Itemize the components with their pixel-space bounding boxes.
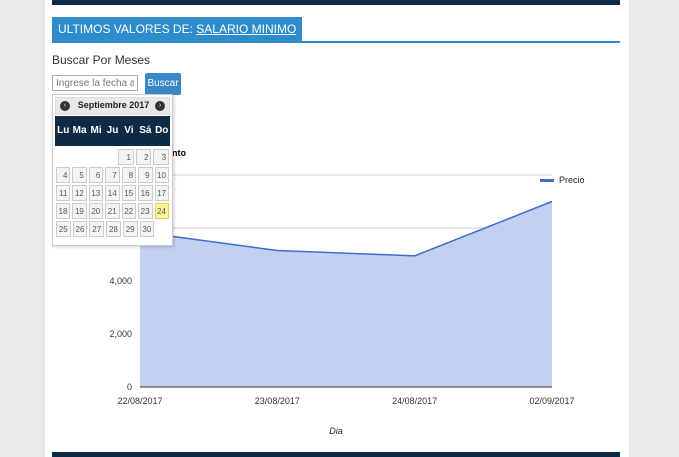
- chevron-right-icon[interactable]: ›: [155, 101, 165, 111]
- datepicker-day[interactable]: 6: [88, 167, 104, 183]
- datepicker-day[interactable]: 14: [105, 185, 120, 201]
- datepicker-week-row: 4 5 6 7 8 9 10: [55, 166, 170, 184]
- datepicker-week-row: 123: [55, 148, 170, 166]
- legend-label: Precio: [559, 175, 585, 185]
- datepicker-empty-cell: [72, 149, 86, 165]
- datepicker-day[interactable]: 20: [88, 203, 104, 219]
- bottom-bar: [52, 452, 620, 457]
- datepicker-day[interactable]: 16: [138, 185, 153, 201]
- y-tick-labels: 0 2,000 4,000: [109, 276, 132, 392]
- datepicker-weekdays: Lu Ma Mi Ju Vi Sá Do: [55, 116, 170, 146]
- legend-swatch: [540, 179, 554, 182]
- datepicker-day[interactable]: 2: [135, 149, 152, 165]
- datepicker-day[interactable]: 15: [121, 185, 137, 201]
- datepicker-day[interactable]: 22: [121, 203, 137, 219]
- x-tick-label: 23/08/2017: [255, 396, 300, 406]
- datepicker-day[interactable]: 12: [72, 185, 87, 201]
- datepicker-day[interactable]: 19: [72, 203, 87, 219]
- datepicker-day[interactable]: 29: [122, 221, 138, 237]
- datepicker-empty-cell: [56, 149, 70, 165]
- datepicker-month-title: Septiembre 2017: [77, 100, 150, 110]
- datepicker-empty-cell: [103, 149, 117, 165]
- datepicker-popup: ‹ Septiembre 2017 › Lu Ma Mi Ju Vi Sá Do 12345…: [52, 94, 173, 246]
- datepicker-day[interactable]: 21: [105, 203, 120, 219]
- datepicker-grid: 1 2 3 4 5 6 7 8 9 10 11 12 13 14 15 16 17 18 19 20 21 22 23 24 2…: [55, 148, 170, 238]
- datepicker-day[interactable]: 26: [72, 221, 88, 237]
- datepicker-day[interactable]: 3: [153, 149, 170, 165]
- x-axis-label: Dia: [329, 426, 343, 436]
- datepicker-day[interactable]: 23: [138, 203, 153, 219]
- weekday-header: Mi: [90, 125, 102, 136]
- datepicker-day[interactable]: 9: [138, 167, 153, 183]
- datepicker-empty-cell: [156, 221, 169, 237]
- weekday-header: Vi: [124, 125, 134, 136]
- datepicker-day[interactable]: 13: [88, 185, 104, 201]
- datepicker-week-row: 18 19 20 21 22 23 24: [55, 202, 170, 220]
- datepicker-day[interactable]: 18: [56, 203, 71, 219]
- datepicker-day[interactable]: 24: [154, 203, 169, 219]
- y-tick-label: 0: [127, 382, 132, 392]
- datepicker-day[interactable]: 27: [89, 221, 105, 237]
- weekday-header: Sá: [139, 125, 152, 136]
- x-tick-label: 02/09/2017: [529, 396, 574, 406]
- datepicker-day[interactable]: 17: [154, 185, 169, 201]
- weekday-header: Lu: [57, 125, 70, 136]
- datepicker-day[interactable]: 30: [139, 221, 155, 237]
- x-tick-label: 24/08/2017: [392, 396, 437, 406]
- y-tick-label: 4,000: [109, 276, 132, 286]
- datepicker-header: ‹ Septiembre 2017 ›: [55, 97, 170, 115]
- x-tick-labels: 22/08/2017 23/08/2017 24/08/2017 02/09/2017: [117, 396, 574, 406]
- datepicker-empty-cell: [87, 149, 101, 165]
- datepicker-week-row: 11 12 13 14 15 16 17: [55, 184, 170, 202]
- datepicker-day[interactable]: 5: [72, 167, 87, 183]
- datepicker-day[interactable]: 10: [154, 167, 169, 183]
- datepicker-week-row: 25 26 27 28 29 30: [55, 220, 170, 238]
- x-tick-label: 22/08/2017: [117, 396, 162, 406]
- weekday-header: Ma: [72, 125, 87, 136]
- weekday-header: Do: [155, 125, 169, 136]
- datepicker-day[interactable]: 7: [105, 167, 120, 183]
- datepicker-day[interactable]: 28: [106, 221, 121, 237]
- datepicker-day[interactable]: 25: [56, 221, 71, 237]
- datepicker-day[interactable]: 4: [56, 167, 71, 183]
- y-tick-label: 2,000: [109, 329, 132, 339]
- datepicker-day[interactable]: 11: [56, 185, 71, 201]
- datepicker-day[interactable]: 8: [121, 167, 137, 183]
- page-container: ULTIMOS VALORES DE: SALARIO MINIMO Busca…: [45, 0, 629, 457]
- series-area-precio: [140, 201, 552, 387]
- weekday-header: Ju: [106, 125, 119, 136]
- datepicker-day[interactable]: 1: [118, 149, 134, 165]
